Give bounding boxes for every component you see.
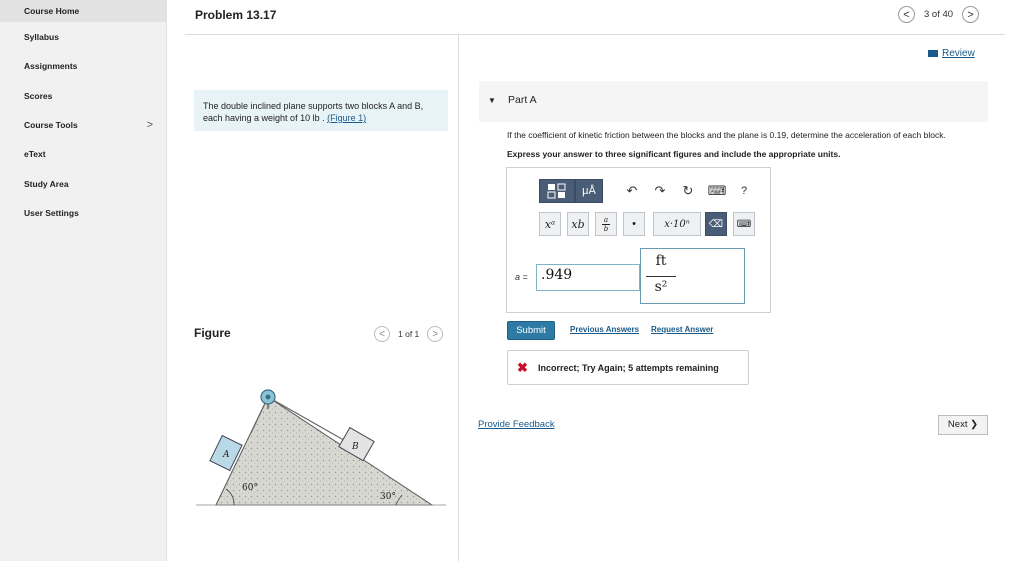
- inclined-plane-figure: A B 60° 30°: [196, 389, 446, 506]
- sidebar-item-user-settings[interactable]: User Settings: [0, 202, 167, 224]
- reset-icon: ↻: [682, 183, 694, 198]
- fraction-button[interactable]: a b: [595, 212, 617, 236]
- dot-icon: •: [632, 218, 636, 230]
- chevron-left-icon: <: [379, 328, 385, 340]
- problem-text: The double inclined plane supports two b…: [203, 101, 424, 123]
- header-divider: [185, 34, 1005, 35]
- problem-pager: < 3 of 40 >: [898, 6, 980, 23]
- sidebar-item-scores[interactable]: Scores: [0, 85, 167, 107]
- figure-link[interactable]: (Figure 1): [327, 113, 366, 123]
- error-x-icon: ✖: [517, 360, 528, 375]
- figure-page-indicator: 1 of 1: [398, 329, 420, 339]
- figure-title: Figure: [194, 326, 231, 340]
- collapse-triangle-icon: ▼: [488, 96, 496, 105]
- units-button[interactable]: μÅ: [575, 179, 603, 203]
- redo-icon: ↷: [654, 183, 666, 198]
- previous-answers-link[interactable]: Previous Answers: [570, 325, 639, 334]
- templates-button[interactable]: [539, 179, 575, 203]
- sidebar: Course Home Syllabus Assignments Scores …: [0, 0, 167, 561]
- subscript-button[interactable]: xb: [567, 212, 589, 236]
- sidebar-item-syllabus[interactable]: Syllabus: [0, 26, 167, 48]
- undo-icon: ↶: [626, 183, 638, 198]
- answer-instructions: Express your answer to three significant…: [507, 149, 841, 159]
- chevron-left-icon: <: [903, 8, 910, 21]
- block-a-label: A: [222, 450, 230, 460]
- unit-numerator: ft: [655, 253, 667, 269]
- column-divider: [458, 35, 459, 561]
- next-problem-button[interactable]: >: [962, 6, 980, 23]
- sidebar-item-etext[interactable]: eText: [0, 143, 167, 165]
- angle-right-label: 30°: [380, 492, 396, 502]
- redo-button[interactable]: ↷: [651, 179, 669, 203]
- app-root: Course Home Syllabus Assignments Scores …: [0, 0, 1024, 561]
- provide-feedback-link[interactable]: Provide Feedback: [478, 419, 555, 430]
- answer-units-input[interactable]: ft s²: [640, 248, 745, 304]
- part-label: Part A: [508, 94, 537, 106]
- units-icon: μÅ: [582, 185, 596, 197]
- review-link[interactable]: Review: [928, 48, 975, 59]
- scientific-notation-button[interactable]: x·10ⁿ: [653, 212, 701, 236]
- templates-icon: [547, 183, 566, 199]
- part-a-header[interactable]: ▼ Part A: [479, 81, 988, 122]
- chevron-right-icon: >: [967, 8, 974, 21]
- fraction-bottom: b: [603, 224, 609, 233]
- scientific-notation-icon: x·10ⁿ: [664, 218, 690, 230]
- problem-statement: The double inclined plane supports two b…: [194, 90, 448, 131]
- answer-label: a =: [515, 272, 528, 282]
- prev-problem-button[interactable]: <: [898, 6, 915, 23]
- answer-value-input[interactable]: .949: [536, 264, 640, 291]
- next-button[interactable]: Next ❯: [938, 415, 988, 435]
- superscript-button[interactable]: xᵃ: [539, 212, 561, 236]
- feedback-text: Incorrect; Try Again; 5 attempts remaini…: [538, 363, 719, 373]
- sidebar-item-course-tools[interactable]: Course Tools >: [0, 114, 167, 136]
- backspace-icon: ⌫: [708, 218, 724, 230]
- unit-fraction-bar: [646, 276, 676, 277]
- reset-button[interactable]: ↻: [679, 179, 697, 203]
- next-figure-button[interactable]: >: [427, 326, 444, 342]
- sidebar-item-assignments[interactable]: Assignments: [0, 55, 167, 77]
- keyboard-icon: ⌨: [707, 183, 727, 198]
- review-icon: [928, 50, 938, 57]
- keyboard-button[interactable]: ⌨: [707, 179, 727, 203]
- keypad-button[interactable]: ⌨: [733, 212, 755, 236]
- request-answer-link[interactable]: Request Answer: [651, 325, 713, 334]
- fraction-top: a: [603, 215, 609, 224]
- angle-left-label: 60°: [242, 483, 258, 493]
- subscript-icon: xb: [571, 217, 585, 231]
- delete-button[interactable]: ⌫: [705, 212, 727, 236]
- help-icon: ?: [740, 185, 748, 197]
- question-text: If the coefficient of kinetic friction b…: [507, 130, 946, 140]
- sidebar-item-course-home[interactable]: Course Home: [0, 0, 167, 22]
- dot-button[interactable]: •: [623, 212, 645, 236]
- answer-panel: μÅ ↶ ↷ ↻ ⌨ ? xᵃ xb a b • x·10ⁿ ⌫ ⌨ a = .…: [506, 167, 771, 313]
- feedback-message: ✖ Incorrect; Try Again; 5 attempts remai…: [507, 350, 749, 385]
- superscript-icon: xᵃ: [544, 217, 556, 231]
- submit-button[interactable]: Submit: [507, 321, 555, 340]
- help-button[interactable]: ?: [735, 179, 753, 203]
- page-title: Problem 13.17: [195, 8, 277, 22]
- chevron-right-icon: >: [146, 119, 153, 131]
- sidebar-item-study-area[interactable]: Study Area: [0, 173, 167, 195]
- prev-figure-button[interactable]: <: [374, 326, 390, 342]
- undo-button[interactable]: ↶: [623, 179, 641, 203]
- problem-page-indicator: 3 of 40: [924, 9, 954, 20]
- keypad-icon: ⌨: [736, 218, 752, 230]
- unit-denominator: s²: [654, 279, 668, 295]
- chevron-right-icon: >: [432, 328, 439, 340]
- figure-pager: < 1 of 1 >: [374, 326, 444, 342]
- block-b-label: B: [351, 442, 359, 452]
